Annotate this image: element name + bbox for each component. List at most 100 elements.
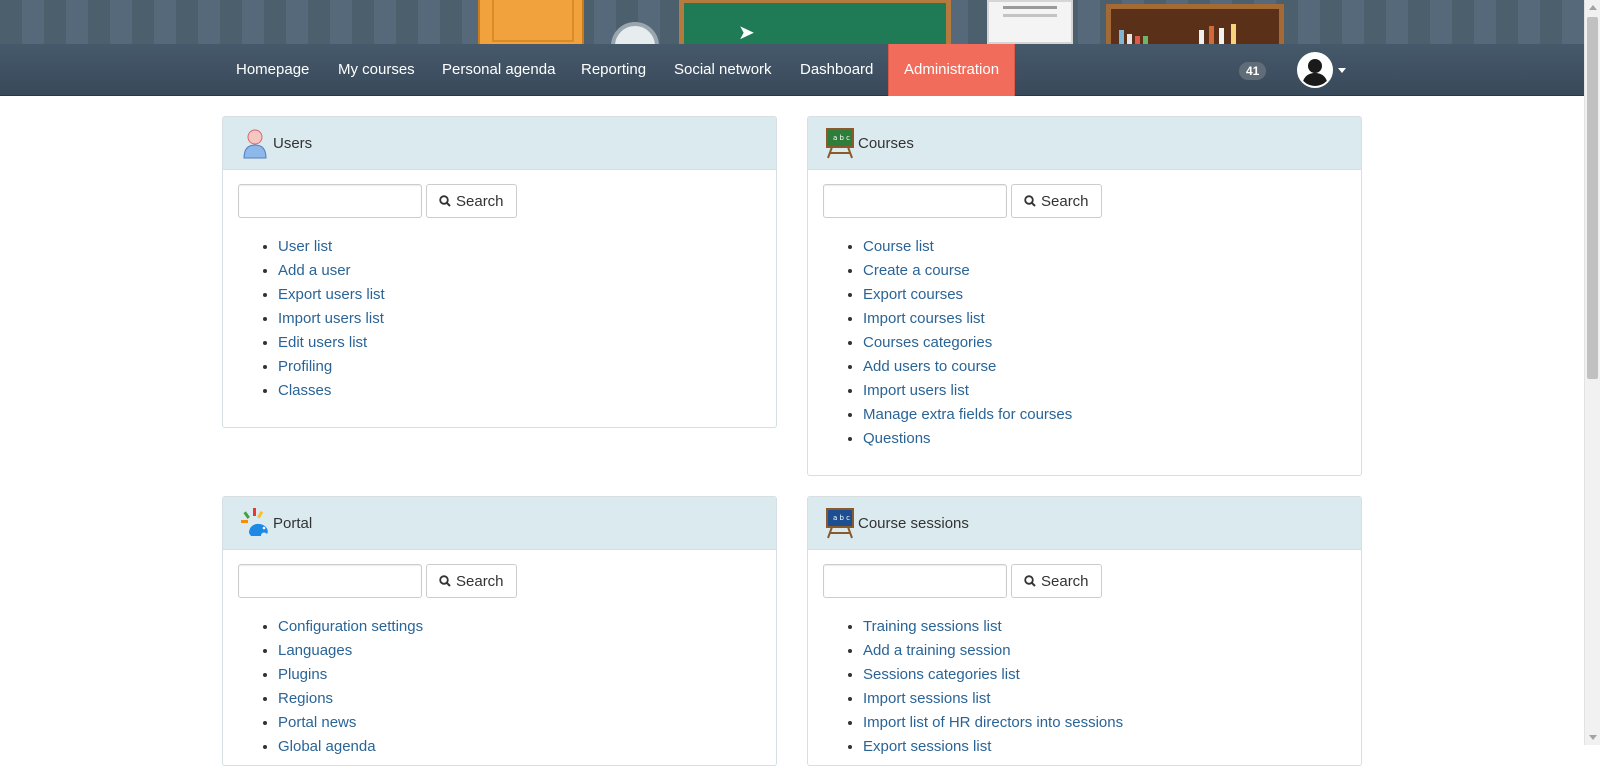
list-item: Import list of HR directors into session…	[863, 711, 1346, 735]
nav-homepage[interactable]: Homepage	[221, 44, 324, 96]
link-export-sessions[interactable]: Export sessions list	[863, 738, 991, 755]
list-item: Add a training session	[863, 639, 1346, 663]
list-item: Manage extra fields for courses	[863, 403, 1346, 427]
list-item: Regions	[278, 687, 761, 711]
link-import-courses[interactable]: Import courses list	[863, 310, 985, 327]
list-item: Sessions categories list	[863, 663, 1346, 687]
sessions-search-button[interactable]: Search	[1011, 564, 1102, 598]
user-icon	[239, 127, 271, 159]
list-item: User list	[278, 235, 761, 259]
link-plugins[interactable]: Plugins	[278, 666, 327, 683]
search-icon	[1024, 575, 1036, 587]
nav-my-courses[interactable]: My courses	[323, 44, 430, 96]
scroll-up-arrow-icon[interactable]	[1589, 5, 1597, 10]
link-questions[interactable]: Questions	[863, 430, 931, 447]
chevron-down-icon[interactable]	[1338, 68, 1346, 73]
clock-illustration	[611, 22, 659, 44]
link-global-agenda[interactable]: Global agenda	[278, 738, 376, 755]
chamilo-logo-icon	[239, 507, 271, 539]
portal-search-button[interactable]: Search	[426, 564, 517, 598]
link-classes[interactable]: Classes	[278, 382, 331, 399]
nav-reporting[interactable]: Reporting	[566, 44, 661, 96]
list-item: Plugins	[278, 663, 761, 687]
notification-badge[interactable]: 41	[1239, 62, 1267, 80]
list-item: Global agenda	[278, 735, 761, 759]
link-sessions-categories[interactable]: Sessions categories list	[863, 666, 1020, 683]
courses-panel: a b c Courses Search Course list Create …	[807, 116, 1362, 476]
link-training-sessions-list[interactable]: Training sessions list	[863, 618, 1002, 635]
link-portal-news[interactable]: Portal news	[278, 714, 356, 731]
users-panel-heading: Users	[223, 117, 776, 170]
list-item: Add a user	[278, 259, 761, 283]
link-import-users-list[interactable]: Import users list	[863, 382, 969, 399]
main-navbar: Homepage My courses Personal agenda Repo…	[0, 44, 1584, 96]
header-banner: ➤	[0, 0, 1584, 44]
link-import-users[interactable]: Import users list	[278, 310, 384, 327]
link-profiling[interactable]: Profiling	[278, 358, 332, 375]
sessions-search-input[interactable]	[823, 564, 1007, 598]
link-user-list[interactable]: User list	[278, 238, 332, 255]
search-button-label: Search	[1041, 192, 1089, 210]
nav-social-network[interactable]: Social network	[659, 44, 787, 96]
list-item: Training sessions list	[863, 615, 1346, 639]
link-import-sessions[interactable]: Import sessions list	[863, 690, 991, 707]
portal-panel-heading: Portal	[223, 497, 776, 550]
link-extra-fields[interactable]: Manage extra fields for courses	[863, 406, 1072, 423]
list-item: Languages	[278, 639, 761, 663]
session-board-icon: a b c	[824, 507, 856, 539]
list-item: Import sessions list	[863, 687, 1346, 711]
portal-search-input[interactable]	[238, 564, 422, 598]
link-add-users-to-course[interactable]: Add users to course	[863, 358, 996, 375]
scroll-down-arrow-icon[interactable]	[1589, 735, 1597, 740]
course-board-icon: a b c	[824, 127, 856, 159]
search-button-label: Search	[456, 192, 504, 210]
search-icon	[439, 575, 451, 587]
link-add-user[interactable]: Add a user	[278, 262, 351, 279]
link-import-hr-directors[interactable]: Import list of HR directors into session…	[863, 714, 1123, 731]
list-item: Course list	[863, 235, 1346, 259]
portal-panel: Portal Search Configuration settings Lan…	[222, 496, 777, 766]
courses-search-button[interactable]: Search	[1011, 184, 1102, 218]
page-scrollbar[interactable]	[1584, 0, 1600, 745]
link-configuration-settings[interactable]: Configuration settings	[278, 618, 423, 635]
nav-administration[interactable]: Administration	[888, 44, 1016, 96]
sessions-panel: a b c Course sessions Search Training se…	[807, 496, 1362, 766]
door-illustration	[478, 0, 584, 44]
chalkboard-illustration	[679, 0, 951, 44]
link-export-courses[interactable]: Export courses	[863, 286, 963, 303]
svg-text:a b c: a b c	[833, 134, 850, 142]
list-item: Add users to course	[863, 355, 1346, 379]
list-item: Import users list	[278, 307, 761, 331]
bookshelf-illustration	[1106, 4, 1284, 44]
user-avatar-icon	[1299, 54, 1331, 86]
link-edit-users[interactable]: Edit users list	[278, 334, 367, 351]
sessions-links: Training sessions list Add a training se…	[823, 615, 1346, 759]
list-item: Export courses	[863, 283, 1346, 307]
list-item: Configuration settings	[278, 615, 761, 639]
link-add-training-session[interactable]: Add a training session	[863, 642, 1011, 659]
search-icon	[1024, 195, 1036, 207]
search-button-label: Search	[456, 572, 504, 590]
nav-dashboard[interactable]: Dashboard	[785, 44, 888, 96]
avatar[interactable]	[1297, 52, 1333, 88]
scrollbar-thumb[interactable]	[1587, 17, 1598, 379]
link-course-list[interactable]: Course list	[863, 238, 934, 255]
list-item: Profiling	[278, 355, 761, 379]
portal-links: Configuration settings Languages Plugins…	[238, 615, 761, 759]
panel-title: Portal	[273, 514, 313, 532]
nav-personal-agenda[interactable]: Personal agenda	[427, 44, 570, 96]
link-create-course[interactable]: Create a course	[863, 262, 970, 279]
list-item: Export sessions list	[863, 735, 1346, 759]
courses-search-input[interactable]	[823, 184, 1007, 218]
paper-plane-icon: ➤	[738, 22, 755, 44]
link-courses-categories[interactable]: Courses categories	[863, 334, 992, 351]
search-icon	[439, 195, 451, 207]
sessions-panel-heading: a b c Course sessions	[808, 497, 1361, 550]
link-languages[interactable]: Languages	[278, 642, 352, 659]
link-export-users[interactable]: Export users list	[278, 286, 385, 303]
users-search-button[interactable]: Search	[426, 184, 517, 218]
users-search-input[interactable]	[238, 184, 422, 218]
svg-text:a b c: a b c	[833, 514, 850, 522]
list-item: Portal news	[278, 711, 761, 735]
link-regions[interactable]: Regions	[278, 690, 333, 707]
